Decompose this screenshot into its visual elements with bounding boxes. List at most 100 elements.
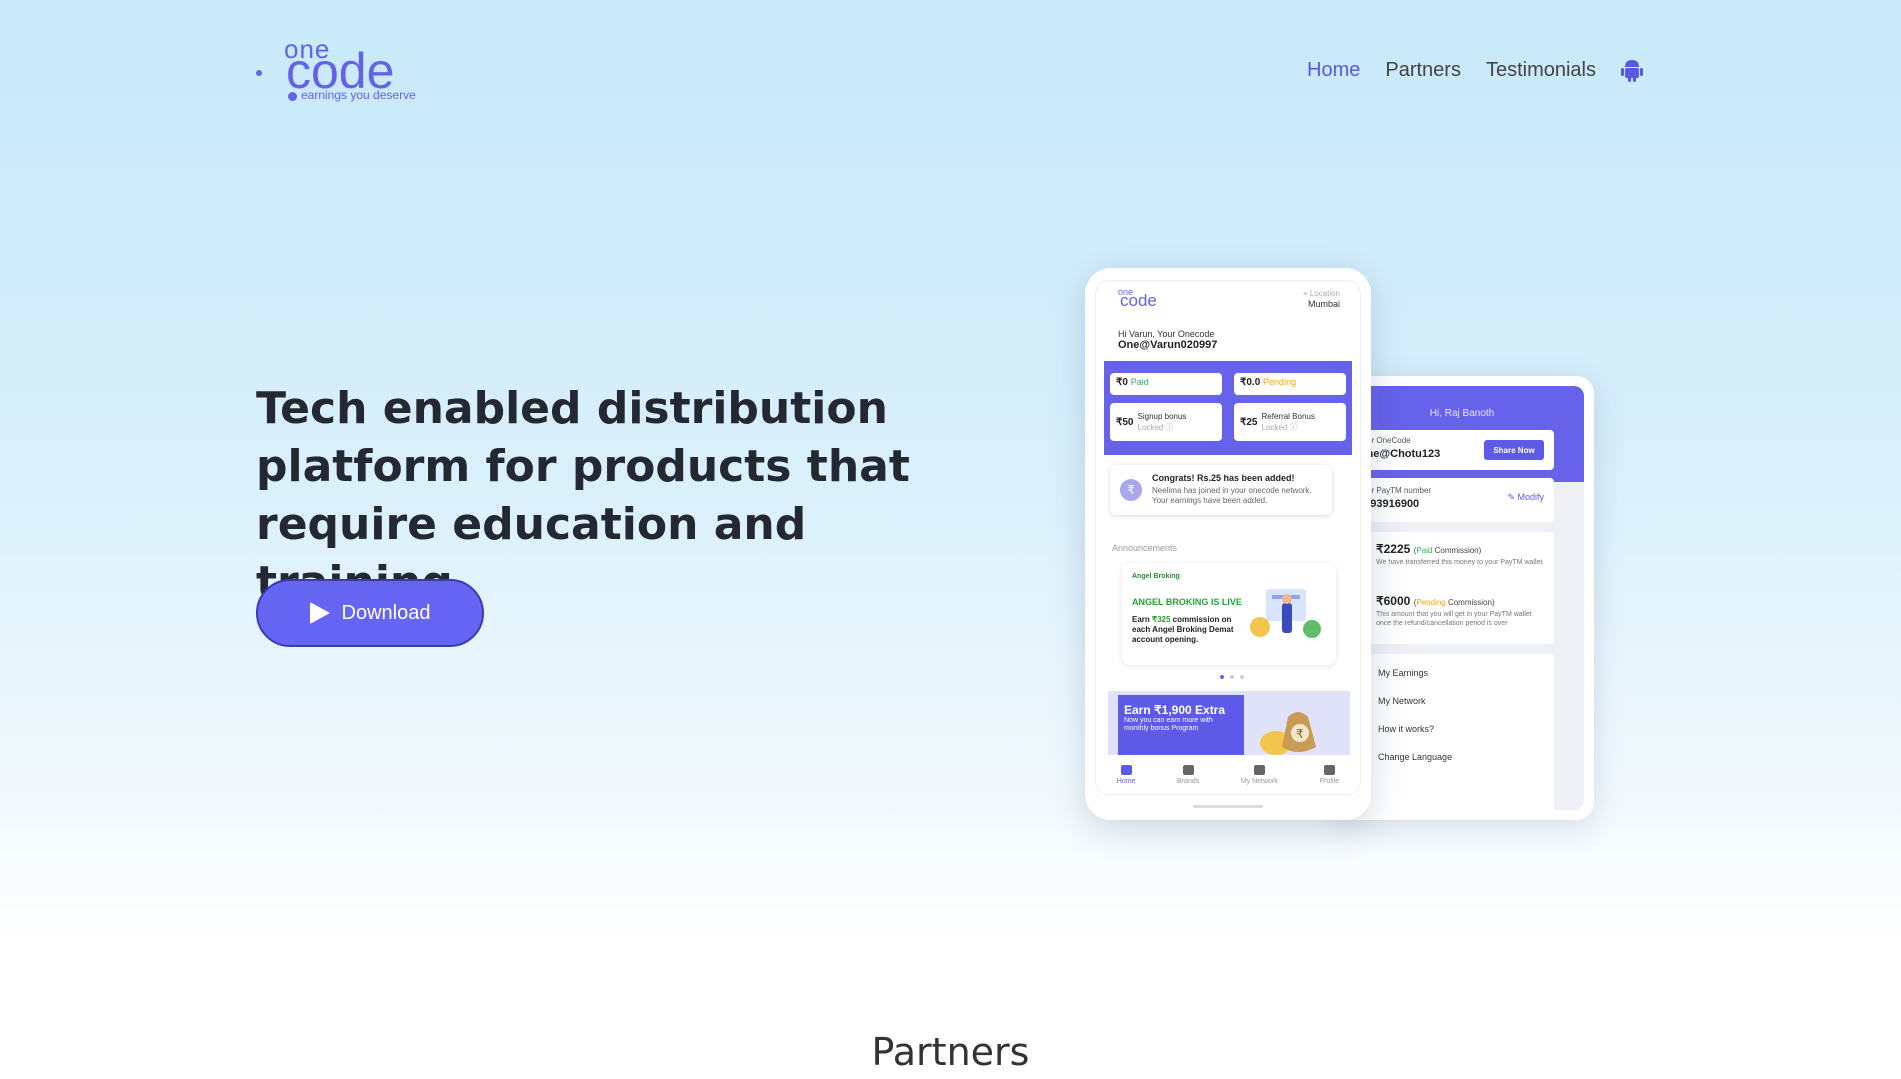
promo-text: Now you can earn more with monthly bonus… — [1124, 717, 1213, 732]
menu-label: My Earnings — [1378, 668, 1429, 678]
bottom-tab-bar: Home Brands My Network Profile — [1096, 755, 1360, 794]
money-bag-icon: ₹ — [1260, 712, 1316, 755]
signup-bonus-card: ₹50 Signup bonus Locked ⓘ — [1110, 403, 1222, 441]
android-icon[interactable] — [1621, 58, 1643, 82]
menu-how-it-works: How it works? — [1360, 724, 1434, 734]
commission-word: Commission — [1434, 546, 1479, 555]
congrats-notification: ₹ Congrats! Rs.25 has been added! Neelim… — [1110, 465, 1332, 515]
pending-label: Pending — [1263, 377, 1297, 387]
nav-home[interactable]: Home — [1307, 59, 1360, 82]
logo-tagline: earnings you deserve — [301, 88, 416, 102]
announcement-banner: Angel Broking ANGEL BROKING IS LIVE Earn… — [1122, 563, 1336, 665]
paid-commission-amount: ₹2225 — [1376, 542, 1411, 556]
commission-card: ₹2225 (Paid Commission) We have transfer… — [1350, 532, 1554, 644]
signup-label: Signup bonus — [1137, 411, 1187, 421]
banner-earn-amount: ₹325 — [1152, 615, 1171, 624]
commission-word: Commission — [1447, 598, 1492, 607]
tab-my-network: My Network — [1241, 765, 1278, 785]
paid-commission-desc: We have transferred this money to your P… — [1376, 559, 1543, 566]
banner-live: ANGEL BROKING IS LIVE — [1132, 597, 1242, 607]
hero-title-line: Tech enabled distribution — [256, 383, 888, 434]
onecode-card: Your OneCode One@Chotu123 Share Now — [1350, 430, 1554, 470]
nav-testimonials[interactable]: Testimonials — [1486, 59, 1596, 82]
app-logo-code: code — [1120, 291, 1157, 310]
location-widget: ⌖ Location Mumbai — [1303, 289, 1340, 309]
paid-amount: ₹0 — [1116, 377, 1128, 388]
home-indicator — [1193, 805, 1263, 808]
play-icon — [309, 602, 330, 624]
phone-screen: Hi, Raj Banoth Your OneCode One@Chotu123… — [1340, 386, 1584, 810]
paid-word: Paid — [1416, 546, 1433, 555]
carousel-dot — [1240, 675, 1244, 679]
info-icon: ⓘ — [1289, 422, 1298, 432]
nav-partners[interactable]: Partners — [1385, 59, 1461, 82]
paid-label: Paid — [1130, 377, 1149, 387]
tab-label: My Network — [1240, 778, 1278, 785]
profile-menu: My Earnings My Network How it works? Cha… — [1350, 654, 1554, 810]
carousel-dot — [1230, 675, 1234, 679]
download-label: Download — [341, 601, 431, 624]
app-logo: one code — [1114, 287, 1174, 315]
user-icon — [1323, 765, 1335, 775]
paid-card: ₹0 Paid — [1110, 373, 1222, 395]
pending-commission-row: ₹6000 (Pending Commission) This amount t… — [1358, 594, 1546, 628]
signup-amount: ₹50 — [1116, 416, 1134, 428]
svg-text:₹: ₹ — [1296, 727, 1304, 741]
earnings-summary: ₹0 Paid ₹0.0 Pending ₹50 Signup bonus Loc… — [1104, 361, 1352, 455]
menu-label: Change Language — [1378, 752, 1453, 762]
greeting-text: Hi Varun, Your Onecode — [1118, 329, 1215, 339]
network-icon — [1253, 765, 1265, 775]
signup-status: Locked — [1137, 422, 1164, 432]
greeting-block: Hi Varun, Your Onecode One@Varun020997 — [1118, 329, 1217, 351]
congrats-title: Congrats! Rs.25 has been added! — [1152, 473, 1295, 483]
location-value: Mumbai — [1307, 299, 1340, 309]
promo-box: Earn ₹1,900 Extra Now you can earn more … — [1118, 695, 1244, 755]
location-pin-icon: ⌖ — [1303, 289, 1308, 298]
carousel-dots — [1220, 675, 1244, 679]
logo-dot — [288, 92, 297, 101]
referral-bonus-card: ₹25 Referral Bonus Locked ⓘ — [1234, 403, 1346, 441]
tab-label: Home — [1116, 778, 1136, 785]
hero-title-line: platform for products that — [256, 441, 910, 492]
paid-commission-row: ₹2225 (Paid Commission) We have transfer… — [1358, 542, 1546, 567]
logo-dot — [256, 70, 262, 76]
banner-illustration — [1250, 589, 1321, 638]
hero-title: Tech enabled distribution platform for p… — [256, 380, 956, 612]
promo-banner: Earn ₹1,900 Extra Now you can earn more … — [1108, 691, 1350, 759]
profile-greeting: Hi, Raj Banoth — [1429, 408, 1495, 419]
banner-brand: Angel Broking — [1132, 573, 1180, 580]
tab-label: Profile — [1319, 778, 1340, 785]
modify-link: ✎ Modify — [1507, 492, 1544, 502]
menu-label: My Network — [1378, 696, 1426, 706]
location-label: Location — [1309, 289, 1340, 298]
tab-home: Home — [1116, 765, 1136, 785]
tab-profile: Profile — [1319, 765, 1339, 785]
tab-label: Brands — [1177, 778, 1200, 785]
banner-earn-pre: Earn — [1132, 615, 1153, 624]
menu-label: How it works? — [1378, 724, 1435, 734]
onecode-logo[interactable]: one code earnings you deserve — [256, 34, 416, 108]
pending-amount: ₹0.0 — [1240, 377, 1261, 388]
top-nav: Home Partners Testimonials — [1307, 58, 1643, 82]
announcements-label: Announcements — [1112, 543, 1178, 553]
pending-commission-desc: This amount that you will get in your Pa… — [1376, 611, 1532, 627]
pending-commission-amount: ₹6000 — [1376, 594, 1411, 608]
pending-word: Pending — [1416, 598, 1446, 607]
menu-change-language: Change Language — [1360, 752, 1452, 762]
pending-card: ₹0.0 Pending — [1234, 373, 1346, 395]
modify-label: Modify — [1517, 492, 1544, 502]
share-now-button: Share Now — [1484, 440, 1544, 460]
download-button[interactable]: Download — [256, 579, 484, 647]
tab-brands: Brands — [1177, 765, 1199, 785]
onecode-value: One@Varun020997 — [1118, 339, 1218, 351]
banner-earn-text: Earn ₹325 commission on each Angel Broki… — [1132, 615, 1242, 645]
carousel-dot — [1220, 675, 1224, 679]
home-icon — [1120, 765, 1132, 775]
referral-status: Locked — [1261, 422, 1288, 432]
info-icon: ⓘ — [1165, 422, 1174, 432]
phone-screen: one code ⌖ Location Mumbai Hi Varun, You… — [1095, 280, 1361, 795]
congrats-text: Neelima has joined in your onecode netwo… — [1152, 486, 1312, 505]
app-screenshot-home: one code ⌖ Location Mumbai Hi Varun, You… — [1085, 268, 1371, 820]
referral-label: Referral Bonus — [1261, 411, 1315, 421]
rupee-icon: ₹ — [1120, 479, 1142, 501]
